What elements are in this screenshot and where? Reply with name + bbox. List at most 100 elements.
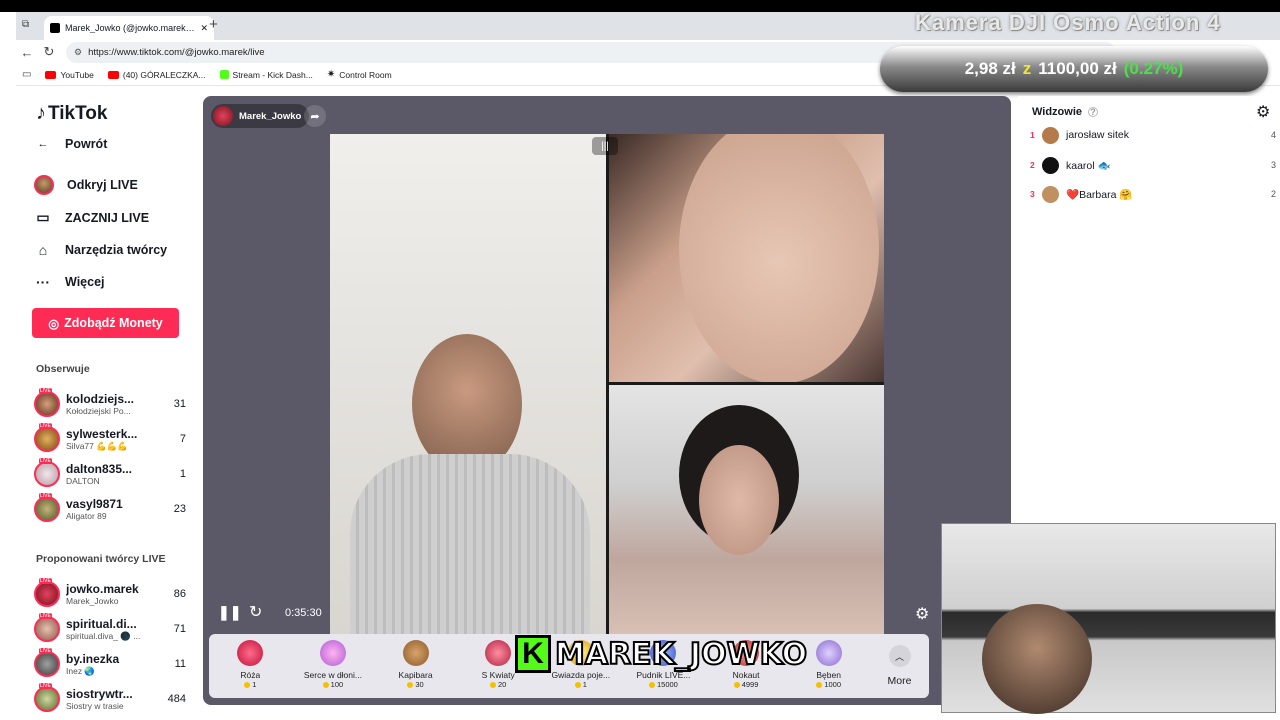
refresh-icon[interactable]: ↻ xyxy=(249,602,262,622)
following-item[interactable]: dalton835...DALTON 1 xyxy=(34,458,186,490)
viewer-name: ❤️Barbara 🤗 xyxy=(1066,188,1133,201)
settings-gear-icon[interactable]: ⚙ xyxy=(915,604,929,624)
viewer-row[interactable]: 1 jarosław sitek 4 xyxy=(1030,124,1276,146)
gift-price: 1000 xyxy=(816,680,841,689)
gift-name: Bęben xyxy=(816,670,841,680)
avatar xyxy=(34,683,60,712)
menu-creator-tools[interactable]: ⌂ Narzędzia twórcy xyxy=(34,242,167,258)
audio-bars-icon[interactable]: ||| xyxy=(592,137,618,155)
avatar xyxy=(34,423,60,452)
viewer-count: 31 xyxy=(173,398,186,410)
reload-nav-icon[interactable]: ↻ xyxy=(38,44,60,60)
user-sub: Inez 🌏 xyxy=(66,665,96,676)
more-gifts-button[interactable]: ︿ More xyxy=(870,634,929,698)
gift-name: Kapibara xyxy=(398,670,433,680)
bookmark-kick-dashboard[interactable]: Stream - Kick Dash... xyxy=(219,70,313,80)
tiktok-logo[interactable]: ♪ TikTok xyxy=(36,102,107,125)
video-tile-host xyxy=(330,134,606,634)
heart-hands-icon xyxy=(319,640,346,666)
viewer-count: 11 xyxy=(174,658,186,670)
avatar xyxy=(34,458,60,487)
avatar xyxy=(34,613,60,642)
menu-start-live[interactable]: ▭ ZACZNIJ LIVE xyxy=(34,209,149,226)
viewers-title-text: Widzowie xyxy=(1032,106,1083,118)
gift-price: 1 xyxy=(244,680,256,689)
control-room-icon: ✷ xyxy=(326,69,336,80)
home-play-icon: ⌂ xyxy=(38,242,48,258)
share-button[interactable]: ➦ xyxy=(304,105,326,127)
tab-close-icon[interactable]: ✕ xyxy=(200,23,208,34)
settings-gear-icon[interactable]: ⚙ xyxy=(1256,102,1270,122)
goal-target: 1100,00 zł xyxy=(1038,59,1117,78)
bookmark-youtube[interactable]: YouTube xyxy=(45,70,94,80)
webcam-overlay xyxy=(941,523,1276,714)
viewer-row[interactable]: 2 kaarol 🐟 3 xyxy=(1030,154,1276,176)
user-name: vasyl9871 xyxy=(66,497,123,511)
tab-title: Marek_Jowko (@jowko.marek) pr... xyxy=(65,23,196,33)
suggested-item[interactable]: spiritual.di...spiritual.diva_ 🌑 ... 71 xyxy=(34,613,186,645)
suggested-item[interactable]: siostrywtr...Siostry w trasie 484 xyxy=(34,683,186,715)
viewer-rank: 3 xyxy=(1030,189,1035,199)
bookmark-label: Control Room xyxy=(339,69,392,80)
avatar xyxy=(34,493,60,522)
chevron-up-icon: ︿ xyxy=(888,645,911,667)
discover-avatar-icon xyxy=(34,175,54,195)
gift-price-value: 4999 xyxy=(741,680,759,689)
menu-discover-live[interactable]: Odkryj LIVE xyxy=(34,175,138,195)
get-coins-button[interactable]: ◎ Zdobądź Monety xyxy=(32,308,179,338)
donation-goal-overlay: 2,98 zł z 1100,00 zł (0.27%) xyxy=(880,46,1268,92)
viewer-count: 23 xyxy=(173,503,186,515)
host-chip[interactable]: Marek_Jowko xyxy=(211,104,310,128)
avatar xyxy=(34,388,60,417)
gift-price-value: 20 xyxy=(498,680,507,689)
youtube-icon xyxy=(107,70,119,79)
user-name: spiritual.di... xyxy=(66,616,137,631)
avatar xyxy=(1042,126,1059,144)
viewer-count: 86 xyxy=(173,588,186,600)
following-item[interactable]: sylwesterk...Silva77 💪💪💪 7 xyxy=(34,423,186,455)
video-tile-guest-1 xyxy=(609,134,884,382)
video-grid[interactable] xyxy=(330,134,884,634)
gift-item[interactable]: Serce w dłoni... 100 xyxy=(292,634,375,698)
bookmarks-menu-icon[interactable]: ▭ xyxy=(22,69,31,80)
gift-price: 15000 xyxy=(649,680,678,689)
gift-price: 20 xyxy=(490,680,506,689)
bookmark-control-room[interactable]: ✷ Control Room xyxy=(327,69,392,80)
coin-icon xyxy=(649,681,655,688)
viewers-panel: Widzowie? ⚙ 1 jarosław sitek 4 2 kaarol 🐟 3 … xyxy=(1018,96,1280,526)
video-tile-guest-2 xyxy=(609,385,884,634)
gift-price-value: 1 xyxy=(582,680,587,689)
suggested-item[interactable]: jowko.marekMarek_Jowko 86 xyxy=(34,578,186,610)
viewer-row[interactable]: 3 ❤️Barbara 🤗 2 xyxy=(1030,183,1276,205)
guest-2-face xyxy=(699,445,779,555)
viewer-count: 71 xyxy=(173,623,186,635)
bookmark-goraleczka[interactable]: (40) GÓRALECZKA... xyxy=(107,70,206,80)
site-info-icon[interactable]: ⚙ xyxy=(74,47,82,58)
user-sub: Aligator 89 xyxy=(66,511,107,521)
menu-more[interactable]: ··· Więcej xyxy=(34,274,105,290)
new-tab-button[interactable]: + xyxy=(209,16,218,33)
user-sub: Marek_Jowko xyxy=(66,596,119,606)
user-name: jowko.marek xyxy=(66,582,139,596)
menu-back[interactable]: ← Powrót xyxy=(34,137,108,151)
user-name: siostrywtr... xyxy=(66,687,133,701)
user-sub: Kołodziejski Po... xyxy=(66,406,131,416)
help-icon[interactable]: ? xyxy=(1088,107,1099,117)
back-nav-icon[interactable]: ← xyxy=(16,45,38,60)
following-item[interactable]: kolodziejs...Kołodziejski Po... 31 xyxy=(34,388,186,420)
avatar xyxy=(1042,185,1059,203)
following-item[interactable]: vasyl9871Aligator 89 23 xyxy=(34,493,186,525)
gift-item[interactable]: Kapibara 30 xyxy=(374,634,457,698)
share-arrow-icon: ➦ xyxy=(310,110,320,123)
viewer-name: kaarol 🐟 xyxy=(1066,159,1111,172)
coin-icon xyxy=(490,681,497,688)
browser-tab[interactable]: Marek_Jowko (@jowko.marek) pr... ✕ xyxy=(44,16,214,40)
tiktok-favicon-icon xyxy=(50,23,60,33)
tab-search-icon[interactable]: ⧉ xyxy=(22,19,29,30)
pause-icon[interactable]: ❚❚ xyxy=(218,604,241,621)
gift-price-value: 15000 xyxy=(657,680,678,689)
gift-item[interactable]: Róża 1 xyxy=(209,634,292,698)
menu-label: ZACZNIJ LIVE xyxy=(65,210,150,225)
kick-icon xyxy=(219,70,229,79)
suggested-item[interactable]: by.inezkaInez 🌏 11 xyxy=(34,648,186,680)
